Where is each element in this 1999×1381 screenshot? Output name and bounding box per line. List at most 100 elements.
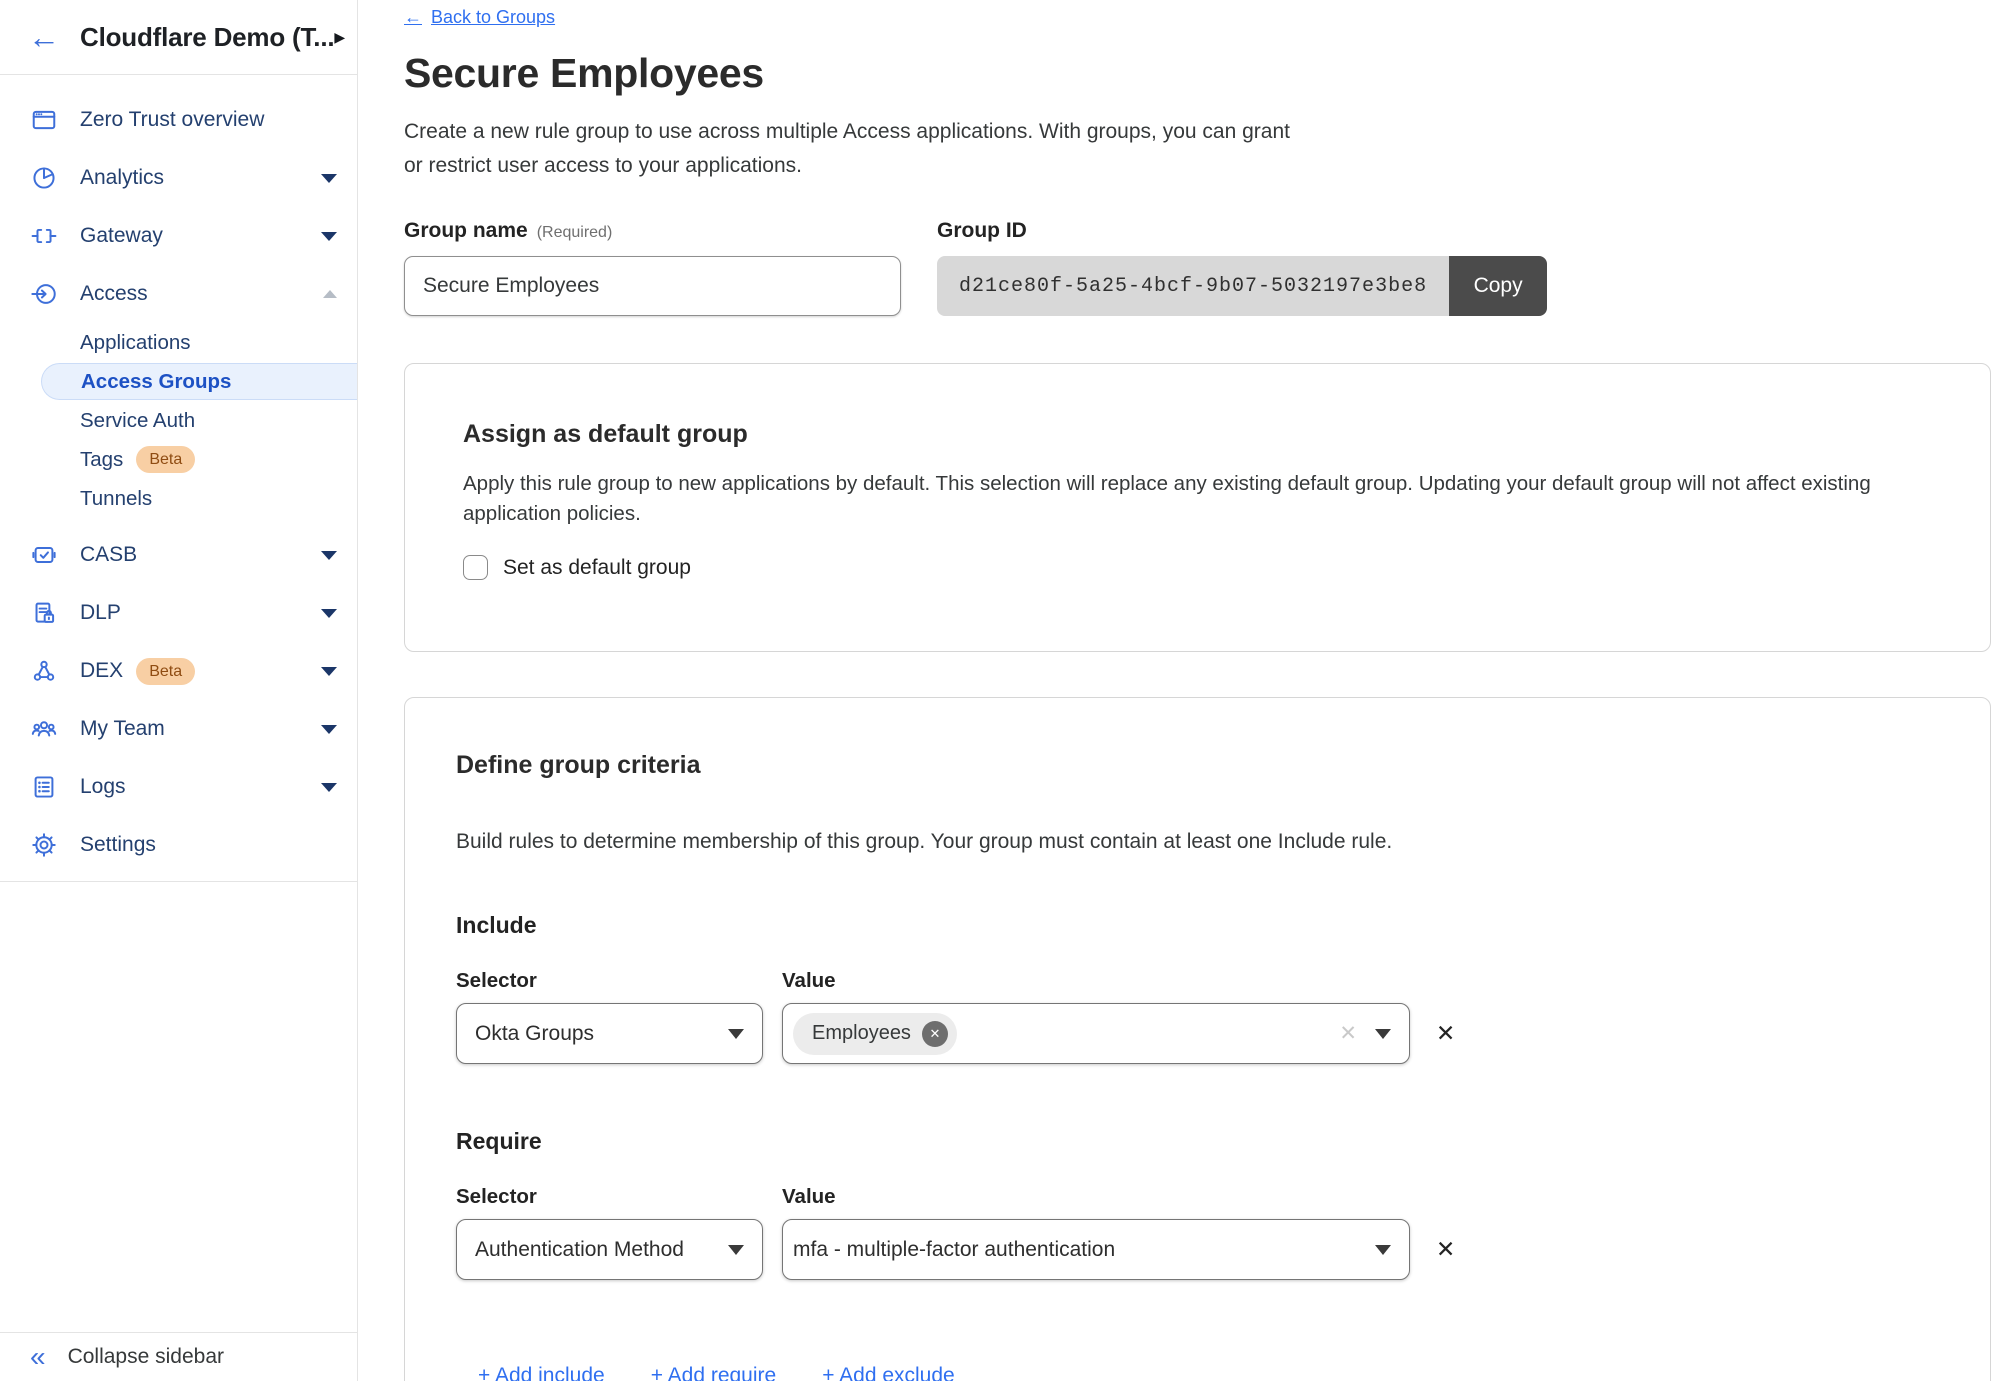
chevron-down-icon[interactable] (321, 667, 337, 676)
remove-require-rule-icon[interactable]: ✕ (1436, 1238, 1455, 1261)
chevron-down-icon[interactable] (321, 725, 337, 734)
chevron-down-icon[interactable] (321, 551, 337, 560)
collapse-sidebar-label: Collapse sidebar (68, 1345, 224, 1369)
include-value-multiselect[interactable]: Employees ✕ ✕ (782, 1003, 1410, 1064)
sidebar-item-zero-trust-overview[interactable]: Zero Trust overview (0, 91, 357, 149)
include-selector-value: Okta Groups (475, 1022, 594, 1046)
beta-badge: Beta (136, 658, 195, 685)
page-title: Secure Employees (404, 50, 1991, 97)
chevron-down-icon (1375, 1029, 1391, 1039)
sidebar-item-access[interactable]: Access (0, 265, 357, 323)
group-id-label: Group ID (937, 219, 1547, 243)
beta-badge: Beta (136, 446, 195, 473)
sidebar-item-label: Service Auth (80, 409, 195, 433)
include-labels-row: Selector Value (456, 969, 1990, 993)
casb-check-icon (30, 541, 58, 569)
remove-include-rule-icon[interactable]: ✕ (1436, 1022, 1455, 1045)
default-group-card-description: Apply this rule group to new application… (463, 469, 1932, 529)
value-chip-label: Employees (812, 1022, 911, 1045)
add-require-link[interactable]: + Add require (651, 1364, 777, 1381)
account-name[interactable]: Cloudflare Demo (T... (80, 22, 334, 53)
include-selector-dropdown[interactable]: Okta Groups (456, 1003, 763, 1064)
sidebar-item-tags[interactable]: Tags Beta (0, 440, 357, 479)
require-value-dropdown[interactable]: mfa - multiple-factor authentication (782, 1219, 1410, 1280)
access-icon (30, 280, 58, 308)
collapse-chevrons-icon: « (30, 1343, 46, 1371)
default-group-card: Assign as default group Apply this rule … (404, 363, 1991, 652)
require-rule-row: Authentication Method mfa - multiple-fac… (456, 1219, 1990, 1280)
sidebar-item-logs[interactable]: Logs (0, 758, 357, 816)
criteria-card-title: Define group criteria (456, 751, 1990, 780)
group-name-label: Group name(Required) (404, 219, 901, 243)
sidebar-item-label: Zero Trust overview (80, 108, 264, 132)
sidebar-item-label: Access (80, 282, 148, 306)
chevron-down-icon[interactable] (321, 609, 337, 618)
people-icon (30, 715, 58, 743)
gateway-icon (30, 222, 58, 250)
criteria-card: Define group criteria Build rules to det… (404, 697, 1991, 1381)
set-default-group-row[interactable]: Set as default group (463, 555, 691, 580)
chevron-down-icon (728, 1029, 744, 1039)
sidebar-item-label: Access Groups (81, 370, 231, 394)
require-selector-label: Selector (456, 1185, 782, 1209)
sidebar-spacer (0, 882, 357, 1332)
group-meta-row: Group name(Required) Group ID d21ce80f-5… (404, 219, 1991, 316)
sidebar-item-dex[interactable]: DEX Beta (0, 642, 357, 700)
clear-values-icon[interactable]: ✕ (1339, 1021, 1357, 1046)
sidebar-item-analytics[interactable]: Analytics (0, 149, 357, 207)
gear-icon (30, 831, 58, 859)
require-value-text: mfa - multiple-factor authentication (793, 1238, 1115, 1262)
sidebar-item-my-team[interactable]: My Team (0, 700, 357, 758)
require-selector-dropdown[interactable]: Authentication Method (456, 1219, 763, 1280)
collapse-sidebar-button[interactable]: « Collapse sidebar (0, 1332, 357, 1381)
page-description: Create a new rule group to use across mu… (404, 115, 1991, 183)
main-content: ← Back to Groups Secure Employees Create… (359, 0, 1999, 1381)
back-link-label: Back to Groups (431, 7, 555, 28)
sidebar-nav: Zero Trust overview Analytics Gateway Ac… (0, 75, 357, 882)
group-id-field: Group ID d21ce80f-5a25-4bcf-9b07-5032197… (937, 219, 1547, 316)
group-name-input[interactable] (404, 256, 901, 316)
add-include-link[interactable]: + Add include (478, 1364, 605, 1381)
sidebar-item-gateway[interactable]: Gateway (0, 207, 357, 265)
sidebar-item-label: Tags (80, 448, 123, 472)
group-id-row: d21ce80f-5a25-4bcf-9b07-5032197e3be8 Cop… (937, 256, 1547, 316)
back-arrow-icon[interactable]: ← (28, 21, 60, 53)
add-rule-links: + Add include + Add require + Add exclud… (478, 1364, 1990, 1381)
sidebar-item-tunnels[interactable]: Tunnels (0, 479, 357, 518)
sidebar-item-applications[interactable]: Applications (0, 323, 357, 362)
group-name-label-text: Group name (404, 219, 528, 242)
chevron-down-icon (728, 1245, 744, 1255)
value-chip: Employees ✕ (793, 1013, 957, 1055)
chip-remove-icon[interactable]: ✕ (922, 1021, 948, 1047)
require-heading: Require (456, 1128, 1990, 1155)
sidebar-item-dlp[interactable]: DLP (0, 584, 357, 642)
page-description-line1: Create a new rule group to use across mu… (404, 115, 1991, 149)
require-selector-value: Authentication Method (475, 1238, 684, 1262)
include-rule-row: Okta Groups Employees ✕ ✕ ✕ (456, 1003, 1990, 1064)
require-value-label: Value (782, 1185, 836, 1209)
copy-button[interactable]: Copy (1449, 256, 1547, 316)
default-group-checkbox-label: Set as default group (503, 556, 691, 580)
default-group-checkbox[interactable] (463, 555, 488, 580)
chevron-down-icon[interactable] (321, 232, 337, 241)
sidebar-item-label: My Team (80, 717, 165, 741)
sidebar: ← Cloudflare Demo (T... ▶ Zero Trust ove… (0, 0, 358, 1381)
sidebar-item-label: Analytics (80, 166, 164, 190)
sidebar-item-casb[interactable]: CASB (0, 526, 357, 584)
sidebar-item-label: Logs (80, 775, 126, 799)
chevron-right-icon[interactable]: ▶ (334, 29, 345, 46)
chevron-up-icon[interactable] (323, 290, 337, 298)
sidebar-item-settings[interactable]: Settings (0, 816, 357, 874)
chevron-down-icon (1375, 1245, 1391, 1255)
default-group-card-title: Assign as default group (463, 420, 1932, 449)
sidebar-item-service-auth[interactable]: Service Auth (0, 401, 357, 440)
add-exclude-link[interactable]: + Add exclude (822, 1364, 955, 1381)
chevron-down-icon[interactable] (321, 174, 337, 183)
back-to-groups-link[interactable]: ← Back to Groups (404, 7, 555, 28)
include-value-label: Value (782, 969, 836, 993)
sidebar-item-access-groups[interactable]: Access Groups (41, 363, 357, 400)
back-arrow-icon: ← (404, 7, 422, 28)
sidebar-item-label: CASB (80, 543, 137, 567)
sidebar-item-label: Applications (80, 331, 191, 355)
chevron-down-icon[interactable] (321, 783, 337, 792)
